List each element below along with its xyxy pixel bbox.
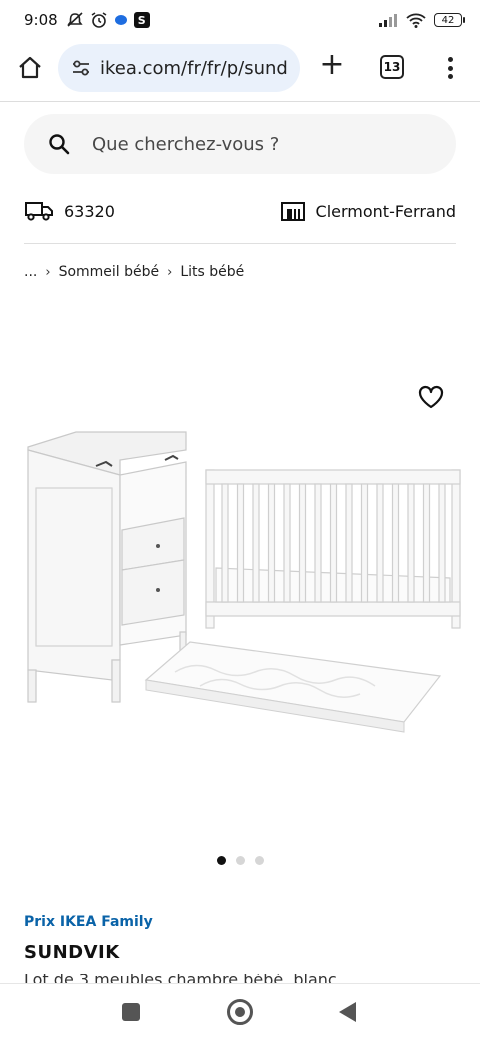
store-button[interactable]: Clermont-Ferrand: [280, 200, 456, 222]
carousel-dot[interactable]: [216, 856, 226, 865]
status-bar: 9:08 S 42: [0, 0, 480, 40]
signal-icon: [379, 14, 397, 27]
search-icon: [49, 134, 70, 155]
status-time: 9:08: [24, 11, 58, 29]
carousel-indicator: [0, 856, 480, 865]
store-icon: [280, 202, 305, 221]
cot-slat: [407, 483, 415, 603]
breadcrumb-item-lits-bebe[interactable]: Lits bébé: [180, 264, 244, 280]
cot-slat: [422, 483, 431, 603]
home-nav-button[interactable]: [227, 999, 253, 1025]
cot-slat: [391, 483, 400, 603]
tune-icon[interactable]: [70, 57, 92, 79]
cot-slat: [329, 483, 338, 603]
more-vert-icon[interactable]: [440, 54, 460, 82]
cot-slat: [267, 483, 276, 603]
chevron-right-icon: ›: [167, 264, 173, 280]
breadcrumb-ellipsis[interactable]: ...: [24, 264, 37, 280]
cot-slat: [314, 483, 322, 603]
product-name: SUNDVIK: [24, 942, 120, 963]
url-bar[interactable]: ikea.com/fr/fr/p/sund: [58, 44, 300, 92]
new-tab-button[interactable]: +: [318, 50, 346, 80]
recents-button[interactable]: [122, 1003, 140, 1021]
browser-toolbar: ikea.com/fr/fr/p/sund + 13: [0, 40, 480, 96]
search-placeholder: Que cherchez-vous ?: [92, 133, 280, 155]
cot-slat: [438, 483, 446, 603]
family-price-label[interactable]: Prix IKEA Family: [24, 914, 153, 930]
cot-slat: [221, 483, 229, 603]
home-button[interactable]: [14, 52, 46, 84]
breadcrumb: ... › Sommeil bébé › Lits bébé: [24, 264, 244, 280]
app-s-icon: S: [133, 12, 150, 28]
battery-icon: 42: [434, 13, 465, 27]
cot-slat: [236, 483, 245, 603]
mattress-illustration: [144, 641, 442, 733]
product-description: Lot de 3 meubles chambre bébé, blanc: [24, 974, 464, 983]
back-button[interactable]: [339, 1002, 356, 1022]
cot-slat: [345, 483, 353, 603]
location-row: 63320 Clermont-Ferrand: [24, 196, 456, 226]
wifi-icon: [406, 13, 426, 28]
carousel-dot[interactable]: [254, 856, 264, 865]
postcode-text: 63320: [64, 201, 115, 221]
cot-illustration: [205, 469, 461, 629]
messenger-icon: [114, 15, 127, 25]
postcode-button[interactable]: 63320: [24, 200, 115, 222]
cot-slat: [298, 483, 307, 603]
tab-switcher-button[interactable]: 13: [380, 55, 404, 79]
system-nav-bar: [0, 983, 480, 1039]
product-image[interactable]: [0, 370, 480, 840]
store-name: Clermont-Ferrand: [315, 201, 456, 221]
changing-table-illustration: [27, 431, 187, 703]
carousel-dot[interactable]: [235, 856, 245, 865]
cot-slat: [376, 483, 384, 603]
chevron-right-icon: ›: [45, 264, 51, 280]
toolbar-divider: [0, 101, 480, 102]
search-input[interactable]: Que cherchez-vous ?: [24, 114, 456, 174]
breadcrumb-item-sommeil-bebe[interactable]: Sommeil bébé: [59, 264, 160, 280]
url-text: ikea.com/fr/fr/p/sund: [100, 57, 288, 79]
cot-slat: [283, 483, 291, 603]
home-icon: [19, 56, 41, 79]
cot-slat: [360, 483, 369, 603]
cot-slat: [252, 483, 260, 603]
location-divider: [24, 243, 456, 244]
product-description-text: Lot de 3 meubles chambre bébé, blanc: [24, 974, 337, 983]
silent-bell-icon: [67, 12, 83, 27]
alarm-icon: [91, 12, 107, 28]
truck-icon: [25, 202, 53, 221]
plus-icon: +: [319, 47, 345, 82]
